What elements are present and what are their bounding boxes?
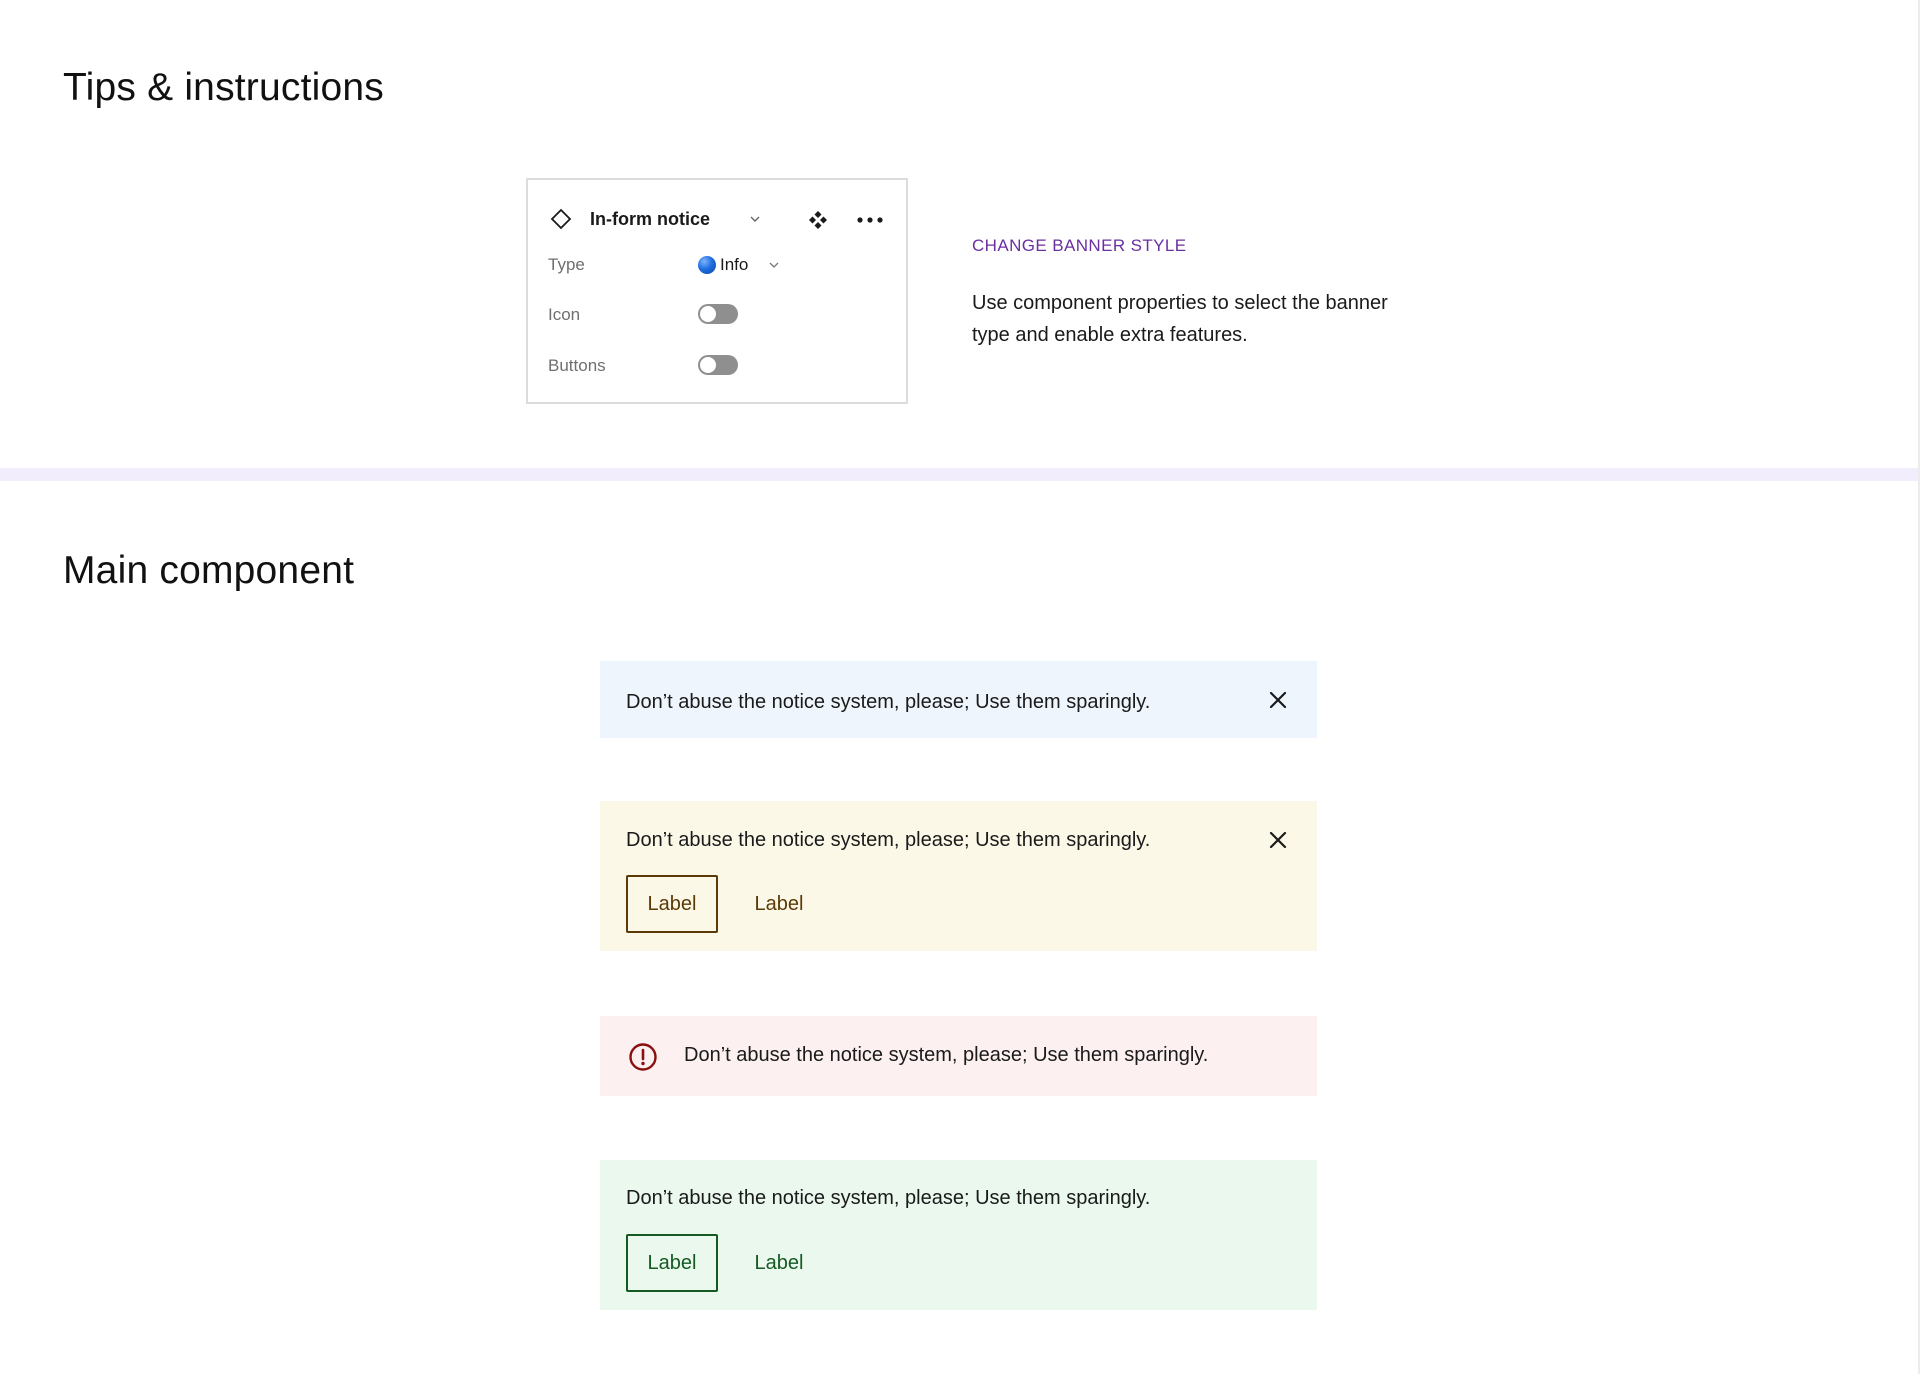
icon-toggle[interactable] [698,301,738,329]
notice-message: Don’t abuse the notice system, please; U… [626,691,1151,713]
diamond-icon [550,208,572,230]
close-icon[interactable] [1267,829,1289,851]
notice-info: Don’t abuse the notice system, please; U… [600,661,1317,738]
tip-heading: CHANGE BANNER STYLE [972,236,1187,255]
toggle-knob [700,306,716,322]
tip-body: Use component properties to select the b… [972,292,1388,346]
property-label-type: Type [548,255,585,274]
toggle-track [698,304,738,324]
notice-message: Don’t abuse the notice system, please; U… [684,1044,1209,1066]
info-dot-icon [698,256,716,274]
buttons-toggle[interactable] [698,352,738,380]
notice-primary-button[interactable]: Label [626,1234,718,1292]
notice-success: Don’t abuse the notice system, please; U… [600,1160,1317,1310]
toggle-track [698,355,738,375]
close-icon[interactable] [1267,689,1289,711]
property-row-buttons: Buttons [548,352,898,380]
notice-warning: Don’t abuse the notice system, please; U… [600,801,1317,951]
notice-message: Don’t abuse the notice system, please; U… [626,1187,1151,1209]
type-select-value: Info [720,255,749,274]
notice-secondary-button[interactable]: Label [740,875,818,933]
property-label-icon: Icon [548,305,581,324]
type-select[interactable]: Info [698,251,788,279]
chevron-down-icon [769,262,779,268]
property-label-buttons: Buttons [548,356,606,375]
property-row-type: Type Info [548,251,898,279]
alert-circle-icon [629,1043,657,1071]
more-horizontal-icon[interactable] [856,210,884,230]
panel-header: In-form notice [550,204,888,234]
component-instance-icon[interactable] [808,210,828,230]
notice-error: Don’t abuse the notice system, please; U… [600,1016,1317,1096]
page: Tips & instructions In-form notice Type … [0,0,1920,1374]
property-row-icon: Icon [548,301,898,329]
section-divider [0,468,1920,481]
notice-secondary-button[interactable]: Label [740,1234,818,1292]
section-title-tips: Tips & instructions [63,66,384,109]
section-title-main: Main component [63,549,355,592]
toggle-knob [700,357,716,373]
component-name[interactable]: In-form notice [590,209,710,230]
chevron-down-icon[interactable] [748,212,762,226]
notice-primary-button[interactable]: Label [626,875,718,933]
notice-message: Don’t abuse the notice system, please; U… [626,829,1151,851]
